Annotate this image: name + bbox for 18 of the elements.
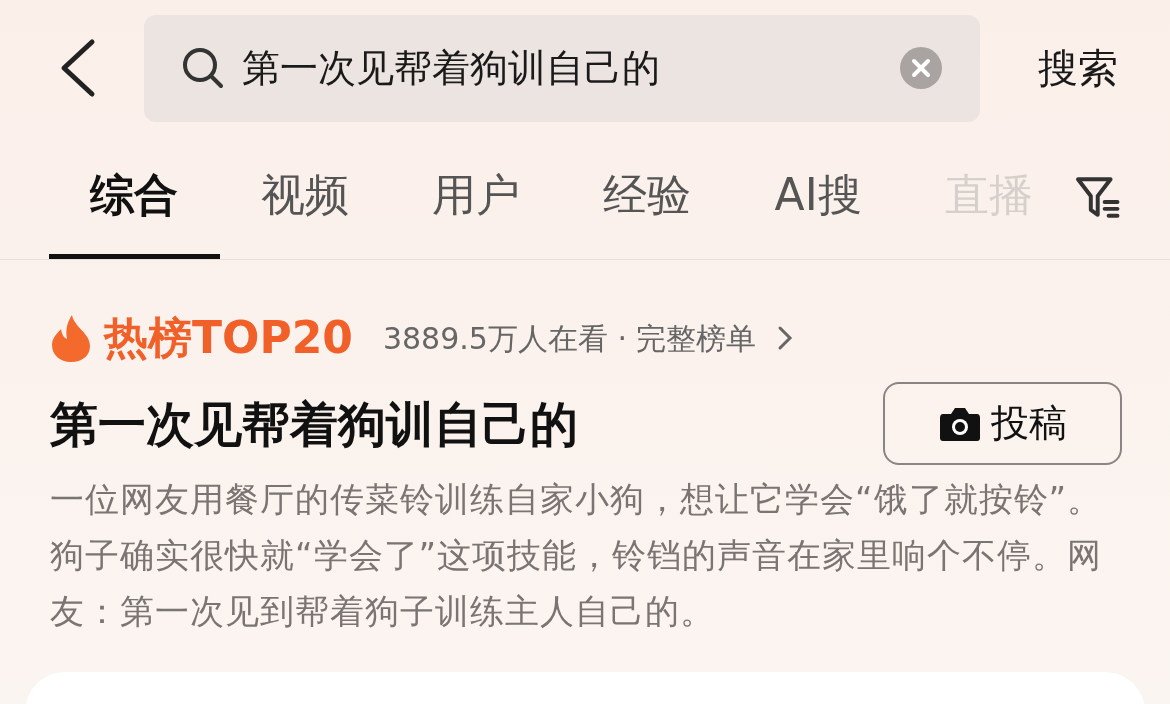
viewer-count-link[interactable]: 3889.5万人在看 · 完整榜单	[382, 315, 757, 361]
camera-icon	[938, 405, 981, 442]
flame-icon	[50, 313, 92, 363]
tab[interactable]: AI搜	[732, 135, 904, 259]
tab[interactable]: 综合	[49, 135, 220, 259]
chevron-icon	[776, 325, 793, 351]
search-text: 第一次见帮着狗训自己的	[242, 44, 661, 92]
search-button[interactable]: 搜索	[1038, 38, 1118, 98]
search-field[interactable]: 第一次见帮着狗训自己的	[144, 14, 980, 122]
filter-icon[interactable]	[1074, 175, 1120, 221]
search-icon	[182, 47, 224, 89]
topic-summary: 一位网友用餐厅的传菜铃训练自家小狗，想让它学会“饿了就按铃”。狗子确实很快就“学会了”这项技能，铃铛的声音在家里响个不停。网友：第一次见到帮着狗子训练主人自己的。	[50, 478, 1104, 633]
topic-title: 第一次见帮着狗训自己的	[50, 394, 578, 454]
tab[interactable]: 经验	[561, 135, 733, 259]
tab[interactable]: 用户	[390, 135, 562, 259]
post-button[interactable]: 投稿	[883, 382, 1122, 465]
hot-list-label: 热榜TOP20	[104, 311, 353, 365]
tab[interactable]: 视频	[219, 135, 391, 259]
